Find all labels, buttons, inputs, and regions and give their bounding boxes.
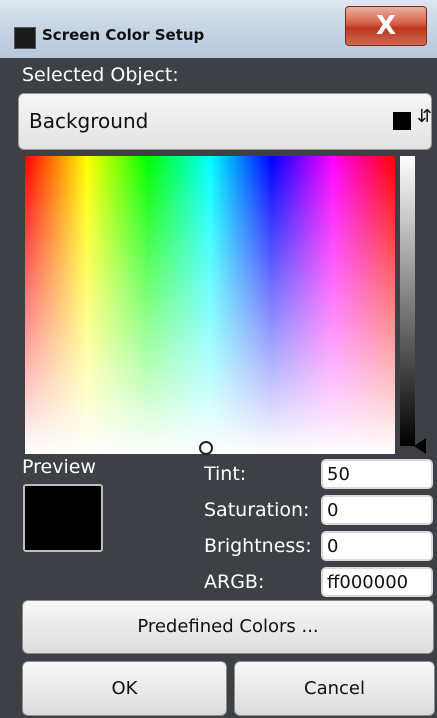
brightness-slider-thumb-icon[interactable] — [414, 438, 426, 454]
tint-input[interactable] — [321, 459, 433, 489]
selected-object-value: Background — [29, 109, 149, 133]
screen-color-setup-dialog: Screen Color Setup X Selected Object: Ba… — [0, 0, 437, 718]
brightness-input[interactable] — [321, 531, 433, 561]
argb-label: ARGB: — [204, 571, 265, 593]
predefined-colors-button[interactable]: Predefined Colors ... — [22, 600, 434, 654]
app-icon — [14, 27, 36, 49]
selected-object-label: Selected Object: — [22, 64, 179, 86]
close-icon: X — [375, 11, 397, 41]
close-button[interactable]: X — [345, 6, 427, 46]
ok-button[interactable]: OK — [22, 661, 227, 716]
preview-label: Preview — [22, 456, 96, 478]
selected-color-swatch — [393, 112, 411, 130]
tint-label: Tint: — [204, 463, 247, 485]
cancel-button[interactable]: Cancel — [234, 661, 435, 716]
brightness-slider[interactable] — [400, 156, 415, 446]
color-picker-marker[interactable] — [199, 441, 213, 455]
up-down-chevron-icon: ⇵ — [417, 106, 433, 127]
argb-input[interactable] — [321, 567, 433, 597]
brightness-label: Brightness: — [204, 535, 312, 557]
saturation-label: Saturation: — [204, 499, 310, 521]
color-spectrum[interactable] — [25, 156, 395, 455]
saturation-input[interactable] — [321, 495, 433, 525]
selected-object-dropdown[interactable]: Background ⇵ — [18, 93, 432, 150]
spectrum-gradient[interactable] — [25, 156, 395, 454]
window-title: Screen Color Setup — [42, 26, 205, 44]
title-bar[interactable]: Screen Color Setup X — [0, 0, 437, 58]
color-preview — [23, 484, 103, 552]
